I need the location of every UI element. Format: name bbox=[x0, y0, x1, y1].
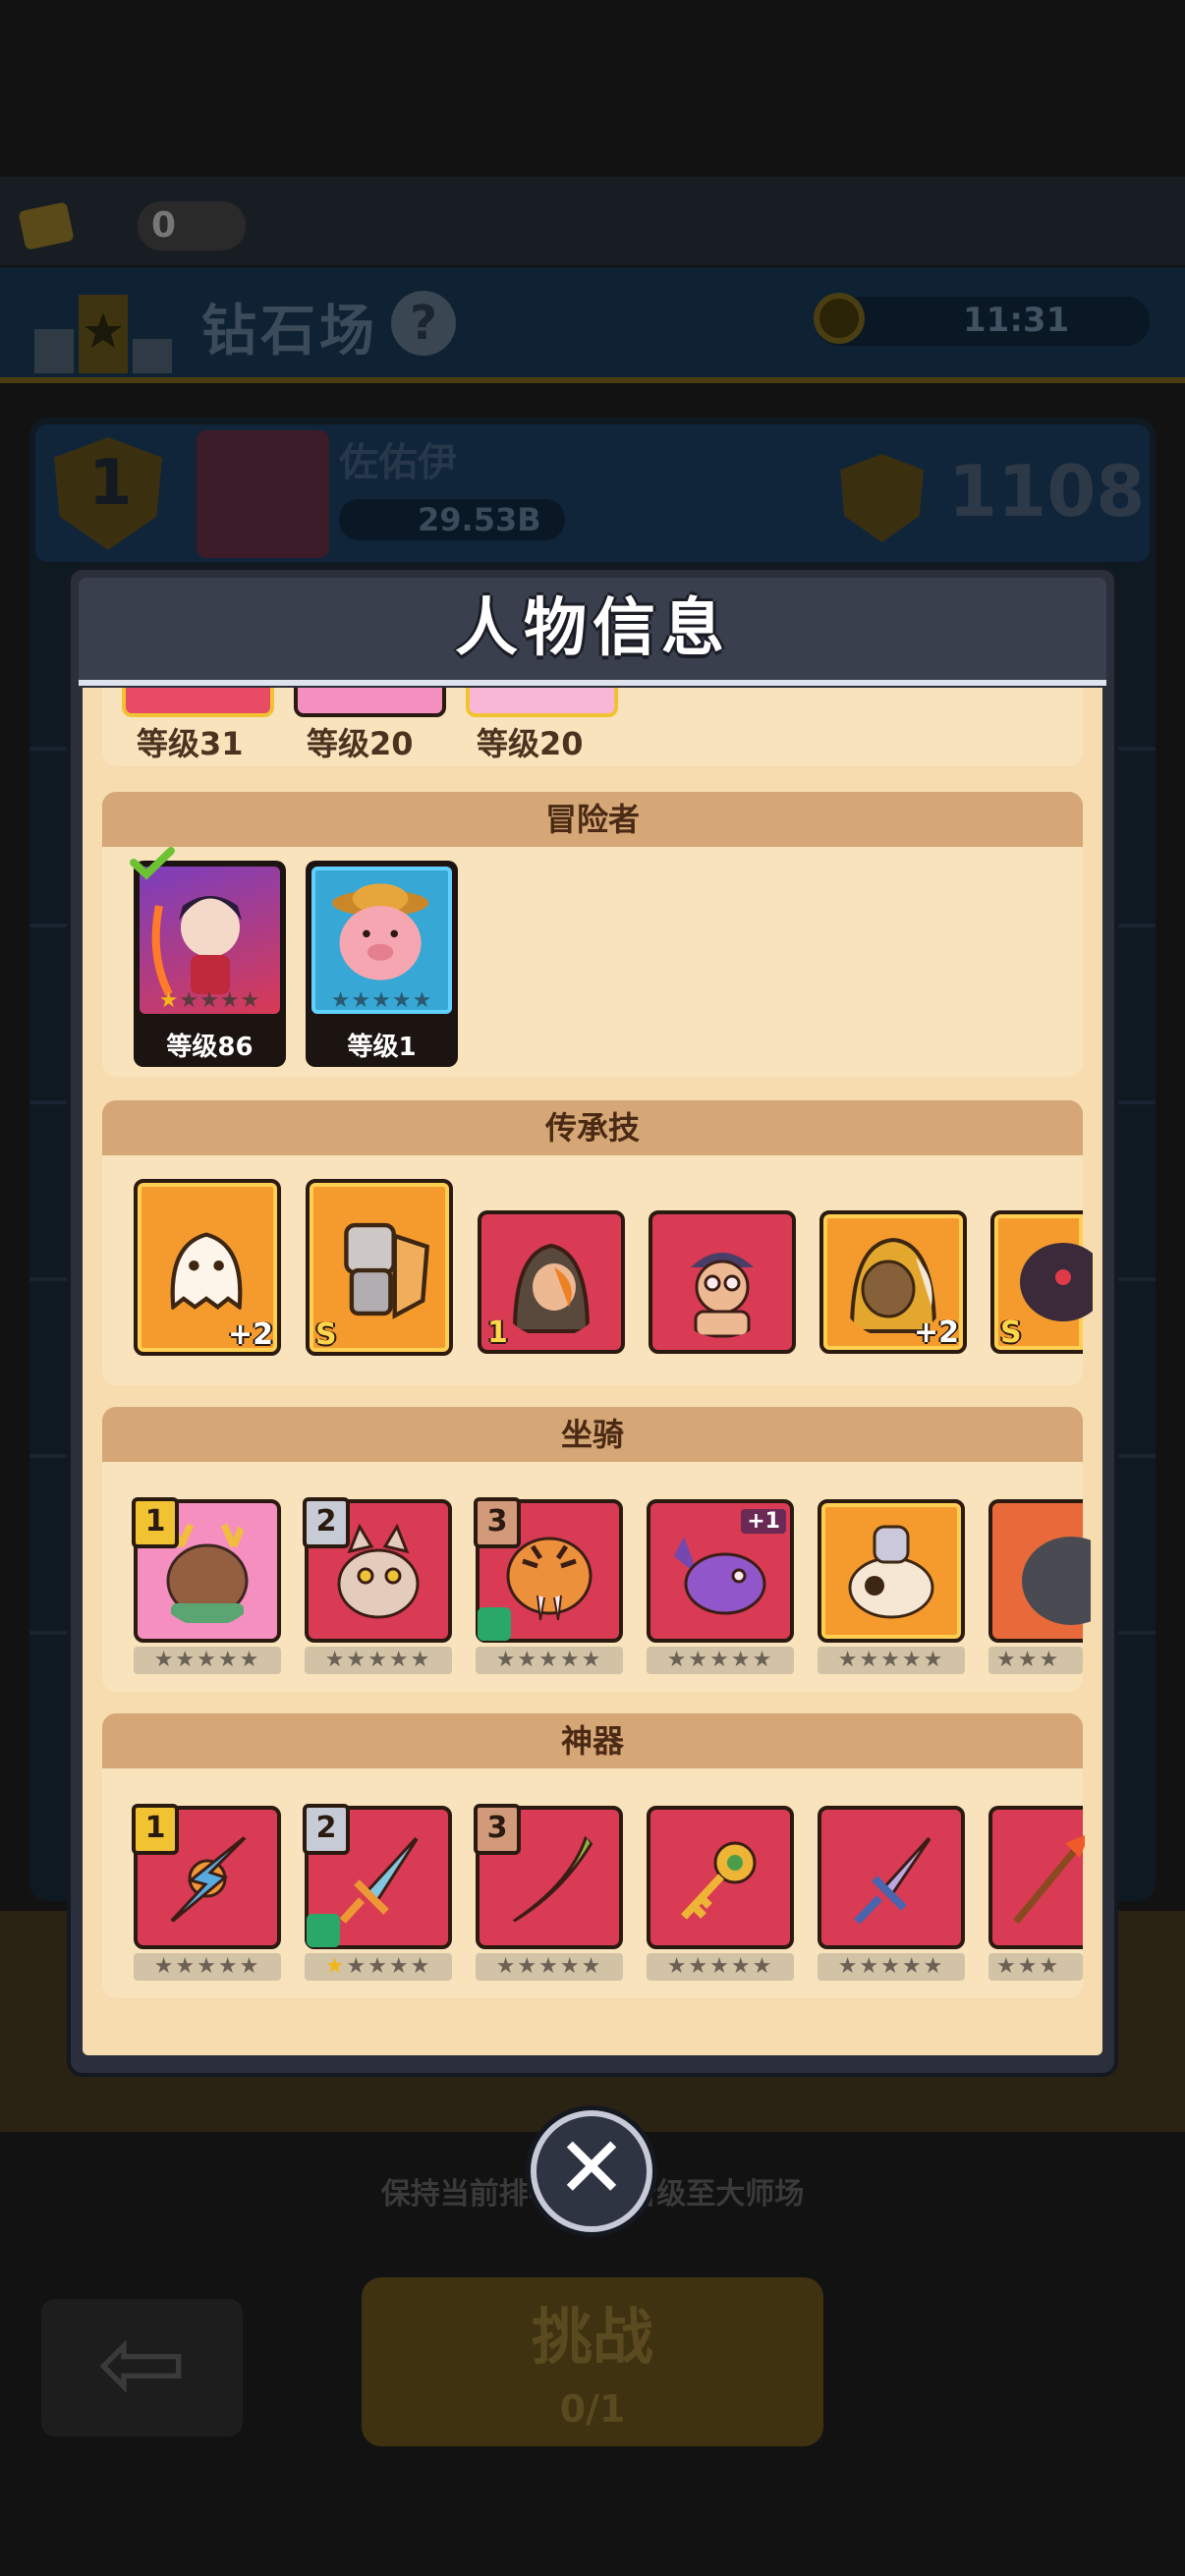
podium-icon bbox=[34, 295, 172, 373]
help-icon[interactable]: ? bbox=[391, 291, 456, 356]
legacy-skill-card[interactable]: +2 bbox=[134, 1179, 281, 1356]
rank-number: 1 bbox=[88, 447, 133, 520]
mount-card[interactable] bbox=[988, 1499, 1091, 1643]
rank-badge: 2 bbox=[303, 1497, 350, 1548]
challenge-cost: 0/1 bbox=[559, 2387, 626, 2431]
mount-card[interactable]: 1 bbox=[132, 1497, 281, 1643]
skill-tier-tag: S bbox=[315, 1317, 337, 1352]
level-label: 等级20 bbox=[477, 725, 584, 762]
crystal-sword-icon bbox=[854, 1831, 935, 1925]
adventurer-card[interactable]: ★★★★★ 等级86 bbox=[130, 847, 286, 1067]
ghost-cat-icon bbox=[170, 1232, 243, 1312]
fire-spear-icon bbox=[1013, 1835, 1085, 1925]
card-partial[interactable] bbox=[294, 688, 446, 717]
adventurers-section: 冒险者 ★★★★★ 等级86 ★★★★★ 等级1 bbox=[102, 792, 1083, 1077]
star-rating: ★★★ bbox=[988, 1647, 1083, 1674]
top-section: 等级31 等级20 等级20 bbox=[102, 688, 1083, 766]
mount-card[interactable]: 2 bbox=[303, 1497, 452, 1643]
mount-card[interactable]: 3 bbox=[474, 1497, 623, 1643]
rank-badge: 3 bbox=[474, 1804, 521, 1855]
artifact-card[interactable] bbox=[818, 1806, 965, 1949]
legacy-skill-card[interactable]: +2 bbox=[819, 1210, 967, 1354]
modal-title: 人物信息 bbox=[455, 592, 730, 665]
player-power: 29.53B bbox=[339, 499, 565, 540]
challenge-label: 挑战 bbox=[531, 2301, 653, 2373]
star-rating: ★★★★★ bbox=[647, 1953, 794, 1981]
star-rating: ★★★★★ bbox=[305, 1953, 452, 1981]
legacy-skill-card[interactable]: S bbox=[306, 1179, 453, 1356]
cow-rider-icon bbox=[848, 1525, 934, 1619]
adventurer-card[interactable]: ★★★★★ 等级1 bbox=[306, 861, 458, 1067]
mounts-section: 坐骑 1 2 3 +1 ★★★★★ ★★★★★ ★★★★★ ★★★★★ ★★★★… bbox=[102, 1407, 1091, 1692]
star-rating: ★★★★★ bbox=[476, 1953, 623, 1981]
star-rating: ★★★★★ bbox=[305, 1647, 452, 1674]
artifact-card[interactable] bbox=[988, 1806, 1085, 1949]
section-title: 神器 bbox=[102, 1713, 1083, 1768]
level-label: 等级20 bbox=[307, 725, 414, 762]
star-rating: ★★★ bbox=[988, 1953, 1083, 1981]
artifact-card[interactable]: 2 bbox=[303, 1804, 452, 1949]
gorilla-icon bbox=[1022, 1537, 1091, 1625]
avatar bbox=[197, 430, 329, 558]
mount-bonus-tag: +1 bbox=[741, 1509, 786, 1534]
ally-icon bbox=[478, 1607, 511, 1641]
level-label: 等级31 bbox=[137, 725, 244, 762]
close-button[interactable]: ✕ bbox=[531, 2110, 652, 2232]
hooded-rogue-icon bbox=[512, 1243, 591, 1333]
legacy-skills-section: 传承技 +2 S 1 +2 S bbox=[102, 1100, 1093, 1385]
golden-key-icon bbox=[681, 1841, 757, 1920]
season-timer: 11:31 bbox=[963, 301, 1070, 340]
skill-tier-tag: 1 bbox=[487, 1316, 508, 1350]
section-title: 传承技 bbox=[102, 1100, 1083, 1155]
star-rating: ★★★★★ bbox=[476, 1647, 623, 1674]
legacy-skill-card[interactable]: S bbox=[990, 1210, 1093, 1354]
arena-title: 钻石场 bbox=[201, 300, 378, 364]
ally-icon bbox=[307, 1914, 340, 1947]
card-partial[interactable] bbox=[466, 688, 618, 717]
star-rating: ★★★★★ bbox=[134, 1647, 281, 1674]
star-rating: ★★★★★ bbox=[647, 1647, 794, 1674]
back-button[interactable]: ⇦ bbox=[41, 2299, 243, 2436]
star-rating: ★★★★★ bbox=[330, 988, 433, 1013]
rank-badge: 2 bbox=[303, 1804, 350, 1855]
arena-score: 1108 bbox=[948, 450, 1146, 532]
star-rating: ★★★★★ bbox=[818, 1953, 965, 1981]
skill-bonus-tag: +2 bbox=[913, 1316, 959, 1350]
artifact-card[interactable]: 3 bbox=[474, 1804, 623, 1949]
artifact-card[interactable] bbox=[647, 1806, 794, 1949]
mount-card[interactable]: +1 bbox=[647, 1499, 794, 1643]
player-name: 佐佑伊 bbox=[339, 440, 457, 485]
stopwatch-icon bbox=[814, 293, 865, 344]
rank-badge: 1 bbox=[132, 1497, 179, 1548]
adventurer-level: 等级1 bbox=[347, 1033, 417, 1062]
rank-badge: 1 bbox=[132, 1804, 179, 1855]
adventurer-level: 等级86 bbox=[166, 1033, 254, 1062]
knight-icon bbox=[344, 1222, 429, 1319]
skill-bonus-tag: +2 bbox=[227, 1317, 273, 1352]
ticket-count: 0 bbox=[138, 201, 246, 251]
star-rating: ★★★★★ bbox=[134, 1953, 281, 1981]
modal-scroll-area[interactable]: 等级31 等级20 等级20 冒险者 ★★★★★ 等级86 ★★★★★ 等级1 … bbox=[83, 688, 1102, 2055]
artifact-card[interactable]: 1 bbox=[132, 1804, 281, 1949]
rank-badge: 3 bbox=[474, 1497, 521, 1548]
star-rating: ★★★★★ bbox=[818, 1647, 965, 1674]
legacy-skill-card[interactable] bbox=[649, 1210, 796, 1354]
section-title: 冒险者 bbox=[102, 792, 1083, 847]
selected-check-icon bbox=[130, 847, 175, 880]
legacy-skill-card[interactable]: 1 bbox=[478, 1210, 625, 1354]
skill-tier-tag: S bbox=[1000, 1316, 1022, 1350]
star-rating: ★★★★★ bbox=[158, 988, 261, 1013]
card-partial[interactable] bbox=[122, 688, 274, 717]
old-sailor-icon bbox=[691, 1253, 754, 1338]
mount-card[interactable] bbox=[818, 1499, 965, 1643]
artifacts-section: 神器 1 2 3 ★★★★★ ★★★★★ ★★★★★ ★★★★★ ★★★★★ ★… bbox=[102, 1713, 1085, 1998]
section-title: 坐骑 bbox=[102, 1407, 1083, 1462]
